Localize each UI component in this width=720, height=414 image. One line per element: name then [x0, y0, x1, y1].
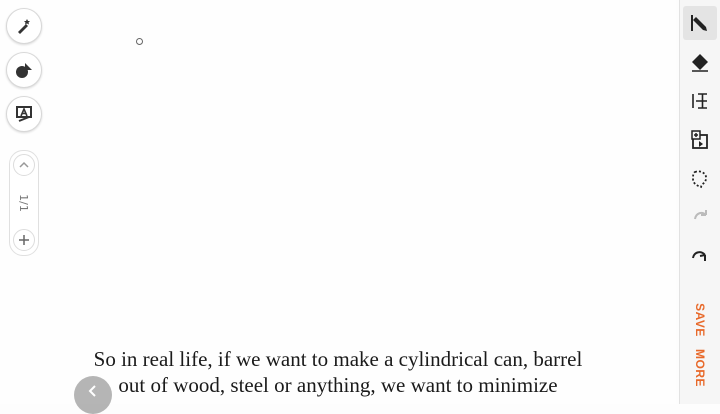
pen-tool-button[interactable]	[683, 6, 717, 40]
more-button[interactable]: MORE	[683, 348, 717, 388]
page-indicator: 1/1	[17, 194, 31, 212]
cursor-marker	[136, 38, 143, 45]
subtitle-line-1: So in real life, if we want to make a cy…	[93, 347, 583, 371]
shape-recognition-button[interactable]	[6, 52, 42, 88]
more-label: MORE	[693, 349, 707, 387]
add-page-button[interactable]	[13, 229, 35, 251]
insert-image-button[interactable]	[683, 123, 717, 157]
chevron-up-icon	[19, 161, 29, 168]
previous-page-button[interactable]	[13, 154, 35, 176]
pen-icon	[691, 15, 707, 31]
eraser-tool-button[interactable]	[683, 45, 717, 79]
save-button[interactable]: SAVE	[683, 300, 717, 340]
lasso-select-button[interactable]	[683, 162, 717, 196]
redo-icon	[692, 251, 706, 261]
eraser-icon	[692, 54, 708, 72]
drawing-canvas[interactable]	[0, 0, 676, 404]
page-navigator: 1/1	[9, 150, 39, 256]
magic-pen-button[interactable]	[6, 8, 42, 44]
magic-pen-icon	[18, 19, 30, 34]
redo-button[interactable]	[683, 240, 717, 274]
shape-recognition-icon	[16, 63, 32, 78]
right-toolbar: SAVE MORE	[679, 0, 720, 404]
back-chevron-icon	[88, 385, 96, 397]
text-recognition-icon	[16, 106, 32, 122]
undo-button[interactable]	[683, 201, 717, 235]
plus-icon	[19, 235, 29, 245]
text-recognition-button[interactable]	[6, 96, 42, 132]
lasso-select-icon	[692, 170, 707, 189]
undo-icon	[694, 210, 707, 220]
save-label: SAVE	[692, 303, 707, 337]
insert-image-icon	[691, 130, 708, 149]
text-tool-button[interactable]	[683, 84, 717, 118]
text-cursor-icon	[692, 93, 707, 109]
overlay-back-button[interactable]	[74, 376, 112, 414]
